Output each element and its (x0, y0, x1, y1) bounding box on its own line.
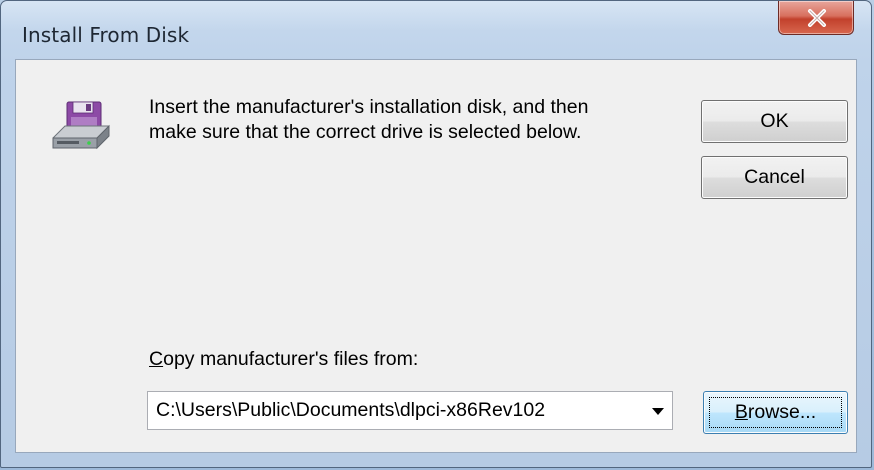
ok-button-label: OK (760, 110, 789, 132)
instruction-text: Insert the manufacturer's installation d… (149, 95, 669, 145)
window-title: Install From Disk (22, 23, 190, 47)
install-from-disk-window: Install From Disk Insert the manufacture… (0, 0, 872, 468)
copy-label-text: opy manufacturer's files from: (163, 348, 419, 370)
instruction-line-2: make sure that the correct drive is sele… (149, 121, 582, 143)
browse-button[interactable]: Browse... (703, 391, 848, 434)
copy-files-from-label: Copy manufacturer's files from: (149, 348, 418, 371)
copy-label-accesskey: C (149, 348, 164, 370)
focus-rectangle (709, 397, 842, 428)
path-combobox[interactable]: C:\Users\Public\Documents\dlpci-x86Rev10… (147, 391, 673, 430)
path-value[interactable]: C:\Users\Public\Documents\dlpci-x86Rev10… (156, 399, 545, 422)
ok-button[interactable]: OK (701, 100, 848, 143)
instruction-line-1: Insert the manufacturer's installation d… (149, 96, 589, 118)
dropdown-arrow-icon[interactable] (652, 408, 664, 415)
cancel-button[interactable]: Cancel (701, 156, 848, 199)
close-button[interactable] (778, 1, 854, 35)
close-icon (808, 9, 826, 27)
dialog-body: Insert the manufacturer's installation d… (15, 59, 857, 453)
floppy-disk-drive-icon (52, 101, 110, 150)
title-bar[interactable]: Install From Disk (1, 1, 871, 59)
cancel-button-label: Cancel (744, 166, 805, 188)
